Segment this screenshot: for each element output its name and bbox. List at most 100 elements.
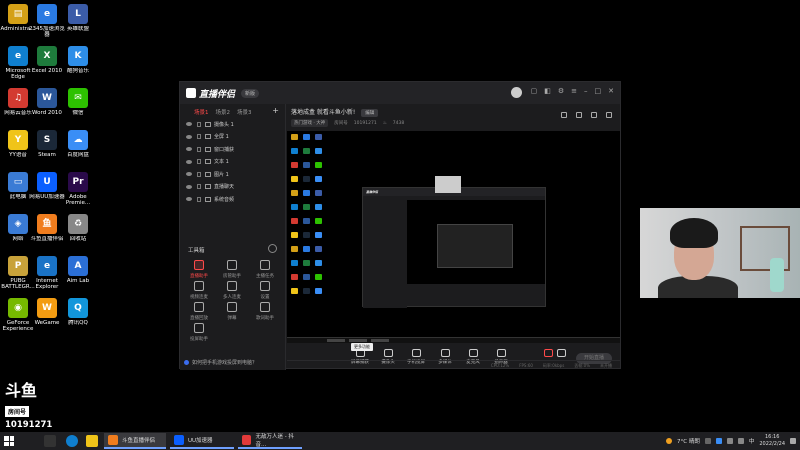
tool-item[interactable]: 直播回放 xyxy=(184,302,214,321)
lock-icon[interactable] xyxy=(197,134,201,140)
taskbar-app[interactable]: 斗鱼直播伴侣 xyxy=(104,433,166,449)
eye-icon[interactable] xyxy=(186,147,192,152)
preview-desktop-icon xyxy=(315,204,322,210)
tool-item[interactable]: 歌词助手 xyxy=(250,302,280,321)
message-icon[interactable]: ▢ xyxy=(531,87,538,95)
lock-icon[interactable] xyxy=(197,171,201,177)
desktop-icon[interactable]: L 英雄联盟 xyxy=(58,4,98,32)
desktop-icon[interactable]: ☁ 百度网盘 xyxy=(58,130,98,158)
tool-item[interactable]: 设置 xyxy=(250,281,280,300)
eye-icon[interactable] xyxy=(186,184,192,189)
taskbar-app[interactable]: 无敌万人迷 - 抖音... xyxy=(238,433,302,449)
tab-scene-3[interactable]: 场景3 xyxy=(237,108,252,118)
taskbar: 斗鱼直播伴侣 UU加速器 无敌万人迷 - 抖音... 7°C 晴朗 中 16:16 … xyxy=(0,432,800,450)
clock[interactable]: 16:16 2022/2/24 xyxy=(759,434,785,448)
sidebar-footer-notice[interactable]: 如何把手机游戏投屏到电脑？ xyxy=(184,359,257,366)
tool-label: 设置 xyxy=(260,295,270,300)
preview-desktop-icon xyxy=(291,218,298,224)
room-title[interactable]: 落地成盒 就看斗鱼小新! xyxy=(291,109,355,116)
preview-desktop-icon xyxy=(291,148,298,154)
source-item[interactable]: 全屏 1 xyxy=(180,131,285,144)
status-item: FPS:60 xyxy=(519,363,533,368)
file-explorer-icon[interactable] xyxy=(86,435,98,447)
version-badge[interactable]: 新版 xyxy=(241,88,260,98)
close-icon[interactable]: ✕ xyxy=(608,87,614,95)
tab-scene-2[interactable]: 场景2 xyxy=(216,108,231,118)
source-item[interactable]: 文本 1 xyxy=(180,156,285,169)
tool-item[interactable]: 投屏助手 xyxy=(184,323,214,342)
eye-icon[interactable] xyxy=(186,197,192,202)
desktop-icon[interactable]: Pr Adobe Premie... xyxy=(58,172,98,206)
tab-scene-1[interactable]: 场景1 xyxy=(194,108,209,118)
more-tools-icon[interactable] xyxy=(268,244,277,253)
bottom-tool-icon xyxy=(468,349,478,357)
skin-icon[interactable]: ◧ xyxy=(544,87,551,95)
eye-icon[interactable] xyxy=(186,122,192,127)
tool-item[interactable]: 主播任务 xyxy=(250,260,280,279)
gift-icon[interactable] xyxy=(561,112,567,118)
app-icon: ♫ xyxy=(8,88,28,108)
desktop-icon[interactable]: Q 腾讯QQ xyxy=(58,298,98,326)
eye-icon[interactable] xyxy=(186,134,192,139)
desktop-icon-label: Aim Lab xyxy=(66,278,90,284)
lock-icon[interactable] xyxy=(197,146,201,152)
bottom-tool-icon xyxy=(440,349,450,357)
add-scene-button[interactable]: + xyxy=(272,107,279,118)
stream-preview[interactable]: 直播伴侣 xyxy=(287,131,620,343)
lock-icon[interactable] xyxy=(197,121,201,127)
ime-icon[interactable]: 中 xyxy=(749,437,755,445)
desktop-icon-label: 微信 xyxy=(72,110,84,116)
edge-icon[interactable] xyxy=(66,435,78,447)
maximize-icon[interactable]: □ xyxy=(595,87,602,95)
notice-icon[interactable] xyxy=(591,112,597,118)
app-icon: ✉ xyxy=(68,88,88,108)
source-item[interactable]: 直播聊天 xyxy=(180,181,285,194)
sidebar: 场景1 场景2 场景3 + 摄像头 1 全屏 1 窗口捕获 文本 1 图片 1 直播聊天系… xyxy=(180,104,286,370)
user-avatar[interactable] xyxy=(511,87,522,98)
tool-item[interactable]: 多人连麦 xyxy=(217,281,247,300)
desktop-icon[interactable]: K 酷狗音乐 xyxy=(58,46,98,74)
settings-icon[interactable]: ⚙ xyxy=(558,87,564,95)
source-item[interactable]: 图片 1 xyxy=(180,168,285,181)
lock-icon[interactable] xyxy=(197,196,201,202)
gear-button[interactable] xyxy=(545,349,577,359)
room-hot: 7438 xyxy=(392,120,405,126)
desktop-icon[interactable]: A Aim Lab xyxy=(58,256,98,284)
volume-icon[interactable] xyxy=(737,438,744,444)
status-item: 丢帧:0% xyxy=(574,362,590,368)
edit-title-tag[interactable]: 编辑 xyxy=(361,109,379,117)
network-icon[interactable] xyxy=(726,438,733,444)
taskbar-app[interactable]: UU加速器 xyxy=(170,433,234,449)
windows-start-icon[interactable] xyxy=(4,436,14,446)
tool-label: 歌词助手 xyxy=(256,316,274,321)
lock-icon[interactable] xyxy=(197,184,201,190)
eye-icon[interactable] xyxy=(186,172,192,177)
tool-item[interactable]: 直播助手 xyxy=(184,260,214,279)
tool-icon xyxy=(194,323,204,333)
desktop-icon[interactable]: ♻ 回收站 xyxy=(58,214,98,242)
room-category[interactable]: 热门游戏 · 大神 xyxy=(291,119,329,127)
source-item[interactable]: 窗口捕获 xyxy=(180,143,285,156)
fan-icon[interactable] xyxy=(576,112,582,118)
tool-icon xyxy=(227,260,237,270)
tool-item[interactable]: 房管助手 xyxy=(217,260,247,279)
eye-icon[interactable] xyxy=(186,159,192,164)
menu-icon[interactable]: ≡ xyxy=(571,87,577,95)
source-item[interactable]: 摄像头 1 xyxy=(180,118,285,131)
share-icon[interactable] xyxy=(606,112,612,118)
notification-icon[interactable] xyxy=(790,438,796,444)
task-view-icon[interactable] xyxy=(44,435,56,447)
tray-chevron-icon[interactable] xyxy=(704,438,711,444)
status-bar: CPU:12% FPS:60 码率:0kbps 丢帧:0% 未开播 xyxy=(287,360,620,370)
tool-item[interactable]: 视频连麦 xyxy=(184,281,214,300)
app-icon: e xyxy=(37,256,57,276)
room-header: 落地成盒 就看斗鱼小新! 编辑 xyxy=(291,107,379,117)
desktop-icon[interactable]: ✉ 微信 xyxy=(58,88,98,116)
tool-item[interactable]: 弹幕 xyxy=(217,302,247,321)
lock-icon[interactable] xyxy=(197,159,201,165)
minimize-icon[interactable]: – xyxy=(584,87,588,95)
weather-text[interactable]: 7°C 晴朗 xyxy=(677,437,700,445)
source-item[interactable]: 系统音频 xyxy=(180,193,285,206)
tray-app-icon[interactable] xyxy=(715,438,722,444)
taskbar-app-icon xyxy=(242,435,252,445)
